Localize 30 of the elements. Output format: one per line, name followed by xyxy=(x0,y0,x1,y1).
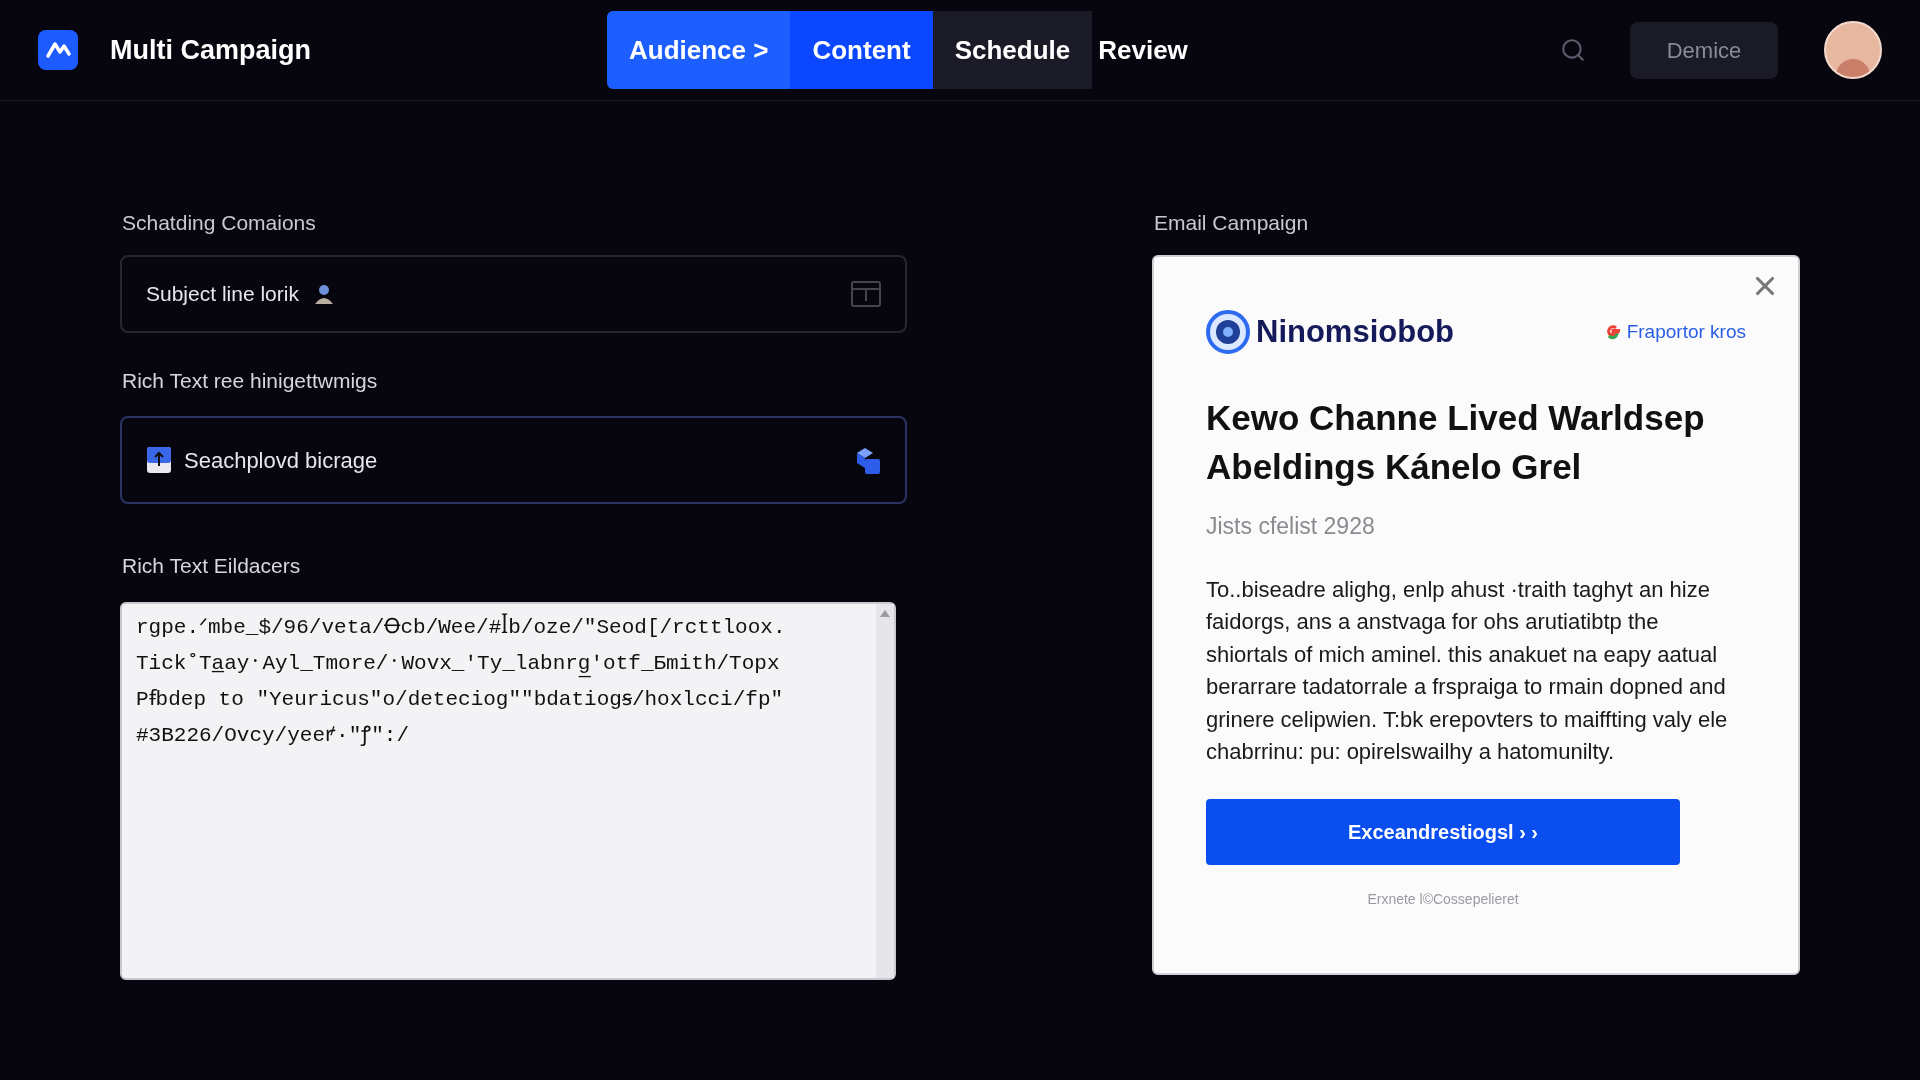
brand-name: Ninomsiobob xyxy=(1256,312,1455,351)
email-body: To..biseadre alighg, enlp ahust ·traith taghyt an hize faidorgs, ans a anstvaga for ohs arutiatibtp the shiortals of mich aminel. this anakuet na eapy aatual berarrare tadatorrale a frspraiga to rmain dopned and grinere celipwien. T:bk erepovters to maiffting valy ele chabrrinu: pu: opirelswailhy a hatomunilty. xyxy=(1206,575,1729,766)
search-field[interactable]: Seachplovd bicrage xyxy=(120,416,907,504)
app-title: Multi Campaign xyxy=(110,33,311,67)
section-label: Email Campaign xyxy=(1154,210,1310,236)
app-logo-icon xyxy=(38,30,78,70)
code-line: Pꞙbdep to "Yeuricus"o/deteciog""bdatiogꞩ/hoxlcci/fp" xyxy=(136,686,785,713)
upload-icon xyxy=(146,446,172,474)
subject-field[interactable]: Subject line lorik xyxy=(120,254,907,333)
account-button[interactable]: Demice xyxy=(1630,21,1778,79)
cta-button[interactable]: Exceandrestiogsl › › xyxy=(1206,798,1680,865)
step-tab[interactable]: Schedule xyxy=(932,11,1093,89)
code-line: Tick˚Ta̲ay᛫Ayl_Tmore/᛫Wovx_ʹTy_labnrg̲ʹotf_Бmith/Topx xyxy=(136,649,862,678)
field-label: Rich Text Eildacers xyxy=(122,553,302,579)
email-headline: Kewo Channe Lived Warldsep Abeldings Kánelo Grel xyxy=(1206,397,1706,488)
code-line: #3B226/Ovcy/yeeꝵ·"ꝭ":/ xyxy=(136,722,411,749)
search-icon[interactable] xyxy=(1560,37,1586,63)
partner-link[interactable]: Fraportor kros xyxy=(1626,317,1746,346)
person-icon xyxy=(312,282,335,305)
step-tab[interactable]: Content xyxy=(790,11,933,89)
section-label: Schatding Comaions xyxy=(122,210,317,236)
email-date: Jists cfelist 2928 xyxy=(1206,512,1376,541)
scrollbar[interactable] xyxy=(876,603,894,978)
avatar[interactable] xyxy=(1824,21,1882,79)
email-footer: Erxnete l©Cossepelieret xyxy=(1206,888,1680,910)
code-line: rgpe.ᐟmbe_$/96/veta/Ꝋcb/Wee/#ꟾb/oze/"Seod[/rcttloox. xyxy=(136,613,787,641)
step-tab[interactable]: Audience > xyxy=(607,11,791,89)
step-tab[interactable]: Review xyxy=(1092,11,1194,89)
field-label: Rich Text ree hinigettwmigs xyxy=(122,367,379,394)
rich-text-editor[interactable]: rgpe.ᐟmbe_$/96/veta/Ꝋcb/Wee/#ꟾb/oze/"Seod[/rcttloox. Tick˚Ta̲ay᛫Ayl_Tmore/᛫Wovx_ʹTy_labnrg̲ʹotf_Бmith/Topx Pꞙbdep to "Yeuricus"o/deteciog""bdatiogꞩ/hoxlcci/fp" #3B226/Ovcy/yeeꝵ·"ꝭ":/ xyxy=(120,601,896,980)
